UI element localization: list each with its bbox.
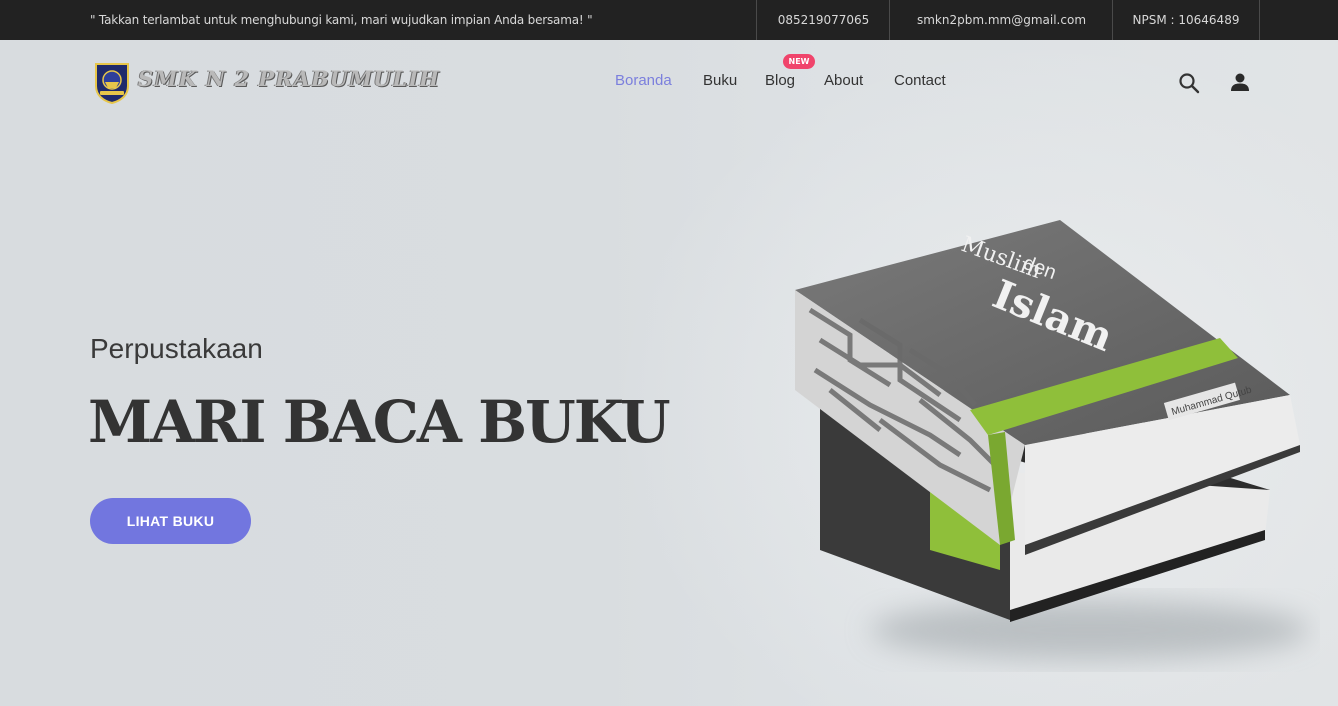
npsm-number: NPSM : 10646489 bbox=[1112, 0, 1260, 40]
new-badge: NEW bbox=[783, 54, 815, 69]
tagline: " Takkan terlambat untuk menghubungi kam… bbox=[90, 13, 593, 27]
top-info-bar: " Takkan terlambat untuk menghubungi kam… bbox=[0, 0, 1338, 40]
nav-buku[interactable]: Buku bbox=[703, 72, 737, 92]
nav-contact[interactable]: Contact bbox=[894, 72, 946, 92]
brand-name[interactable]: SMK N 2 PRABUMULIH bbox=[138, 66, 440, 91]
email-address[interactable]: smkn2pbm.mm@gmail.com bbox=[889, 0, 1113, 40]
phone-number[interactable]: 085219077065 bbox=[756, 0, 890, 40]
nav-blog[interactable]: Blog bbox=[765, 72, 795, 92]
book-image: Muslim den Islam Muhammad Qutub bbox=[795, 220, 1310, 660]
user-icon[interactable] bbox=[1230, 72, 1250, 92]
lihat-buku-button[interactable]: LIHAT BUKU bbox=[90, 498, 251, 544]
school-logo[interactable] bbox=[92, 60, 132, 104]
nav-about[interactable]: About bbox=[824, 72, 863, 92]
search-icon[interactable] bbox=[1178, 72, 1200, 94]
nav-boranda[interactable]: Boranda bbox=[615, 72, 672, 92]
hero-headline: MARI BACA BUKU bbox=[88, 388, 671, 456]
hero-subtitle: Perpustakaan bbox=[90, 333, 263, 364]
